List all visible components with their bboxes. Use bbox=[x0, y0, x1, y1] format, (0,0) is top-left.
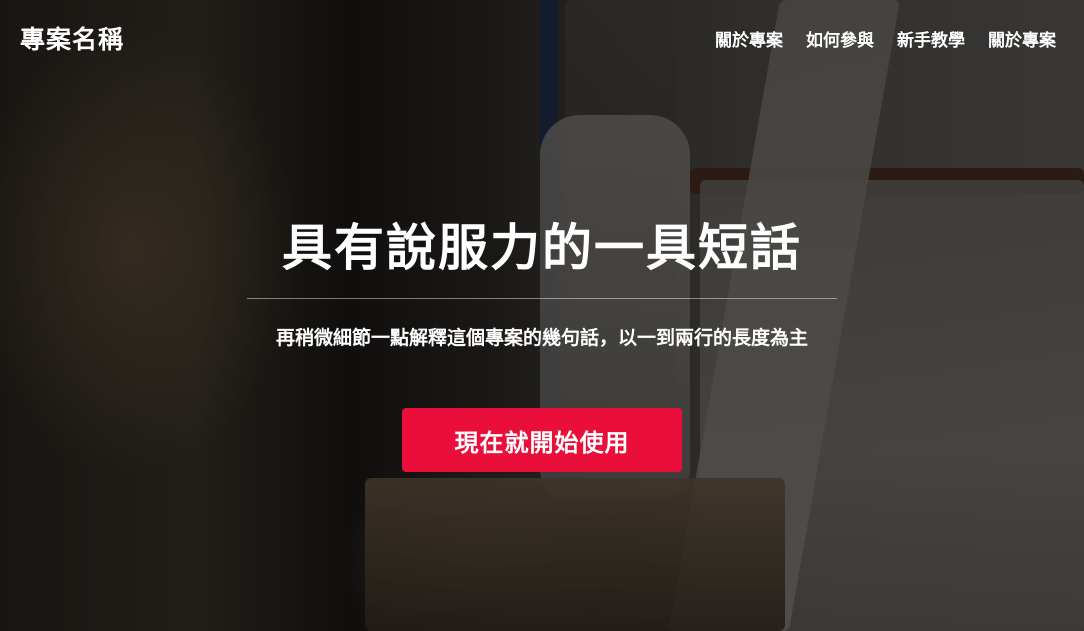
nav-link-how-to-join[interactable]: 如何參與 bbox=[806, 26, 874, 51]
brand-logo-link[interactable]: 專案名稱 bbox=[20, 20, 124, 56]
nav-link-about[interactable]: 關於專案 bbox=[715, 26, 783, 51]
nav-link-about-2[interactable]: 關於專案 bbox=[988, 26, 1056, 51]
hero-title: 具有說服力的一具短話 bbox=[282, 220, 802, 276]
nav-link-tutorial[interactable]: 新手教學 bbox=[897, 26, 965, 51]
hero-subtitle: 再稍微細節一點解釋這個專案的幾句話，以一到兩行的長度為主 bbox=[275, 328, 808, 349]
top-navbar: 專案名稱 關於專案 如何參與 新手教學 關於專案 bbox=[0, 0, 1084, 76]
get-started-button[interactable]: 現在就開始使用 bbox=[402, 408, 682, 472]
nav-links: 關於專案 如何參與 新手教學 關於專案 bbox=[715, 26, 1056, 51]
hero-divider bbox=[247, 298, 837, 299]
hero-section: 具有說服力的一具短話 再稍微細節一點解釋這個專案的幾句話，以一到兩行的長度為主 … bbox=[0, 210, 1084, 472]
